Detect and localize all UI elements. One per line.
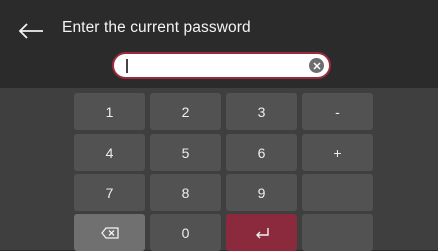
key-7[interactable]: 7 [74,174,145,211]
key-plus[interactable]: + [302,134,373,171]
key-4[interactable]: 4 [74,134,145,171]
key-5[interactable]: 5 [150,134,221,171]
clear-button[interactable] [309,58,324,73]
back-button[interactable] [16,17,46,45]
password-field[interactable] [112,52,331,79]
key-minus[interactable]: - [302,93,373,130]
key-0[interactable]: 0 [150,214,221,251]
backspace-key[interactable] [74,214,145,251]
key-6[interactable]: 6 [226,134,297,171]
header-bar: Enter the current password [0,0,438,88]
clear-circle-icon [312,61,321,70]
page-title: Enter the current password [62,19,251,36]
enter-key[interactable] [226,214,297,251]
key-blank[interactable] [302,174,373,211]
key-1[interactable]: 1 [74,93,145,130]
key-3[interactable]: 3 [226,93,297,130]
backspace-icon [100,226,119,239]
text-caret [126,59,128,73]
key-8[interactable]: 8 [150,174,221,211]
key-empty[interactable] [302,214,373,251]
arrow-left-icon [18,23,43,39]
numeric-keypad: 1 2 3 - 4 5 6 + 7 8 9 0 [0,88,438,251]
enter-return-icon [255,227,269,238]
key-9[interactable]: 9 [226,174,297,211]
key-2[interactable]: 2 [150,93,221,130]
